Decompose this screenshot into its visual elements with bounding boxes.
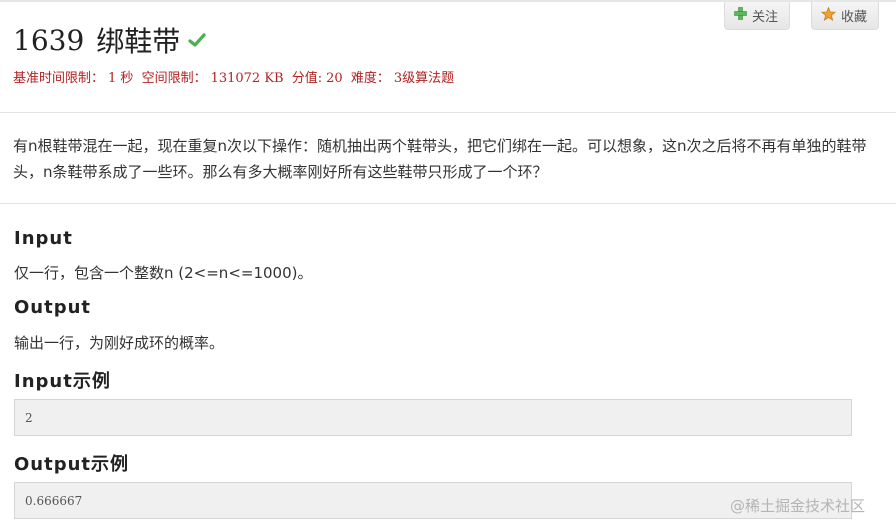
output-heading: Output: [14, 297, 92, 318]
input-example-heading: Input示例: [14, 371, 111, 392]
favorite-label: 收藏: [841, 10, 868, 25]
favorite-button[interactable]: 收藏: [811, 2, 879, 30]
input-example-text: 2: [25, 410, 33, 425]
memory-limit-label: 空间限制：: [141, 71, 207, 86]
follow-button[interactable]: 关注: [724, 2, 790, 30]
input-description: 仅一行，包含一个整数n (2<=n<=1000)。: [14, 264, 313, 282]
output-description: 输出一行，为刚好成环的概率。: [14, 334, 225, 352]
input-heading: Input: [14, 228, 73, 249]
follow-label: 关注: [752, 10, 779, 25]
score-label: 分值:: [291, 71, 323, 86]
output-example-box: 0.666667: [14, 482, 852, 519]
output-example-heading: Output示例: [14, 454, 130, 475]
difficulty-label: 难度：: [350, 71, 390, 86]
divider-middle: [0, 203, 896, 204]
plus-icon: [734, 7, 747, 24]
output-example-text: 0.666667: [25, 493, 83, 508]
problem-meta: 基准时间限制： 1 秒 空间限制： 131072 KB 分值: 20 难度： 3级算法题: [13, 67, 458, 86]
problem-description: 有n根鞋带混在一起，现在重复n次以下操作：随机抽出两个鞋带头，把它们绑在一起。可…: [13, 137, 867, 181]
check-icon: [188, 32, 206, 48]
time-limit-label: 基准时间限制：: [13, 71, 105, 86]
time-limit-value: 1 秒: [108, 71, 134, 86]
star-icon: [820, 6, 837, 25]
divider-top: [0, 112, 896, 113]
memory-limit-value: 131072 KB: [210, 71, 284, 86]
difficulty-value: 3级算法题: [393, 71, 455, 86]
problem-id: 1639: [13, 23, 85, 57]
problem-name: 绑鞋带: [96, 25, 181, 58]
input-example-box: 2: [14, 399, 852, 436]
problem-title: 1639 绑鞋带: [13, 22, 206, 58]
score-value: 20: [326, 71, 343, 86]
watermark: @稀土掘金技术社区: [730, 497, 866, 515]
